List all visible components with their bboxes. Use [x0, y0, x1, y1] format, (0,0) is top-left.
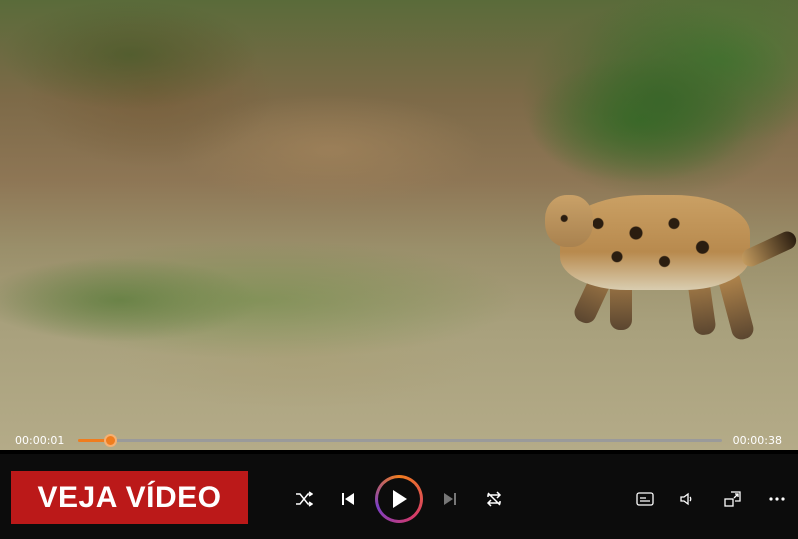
- video-frame[interactable]: [0, 0, 798, 450]
- previous-button[interactable]: [336, 489, 360, 509]
- control-bar: VEJA VÍDEO: [0, 454, 798, 539]
- ground-grass: [0, 240, 520, 360]
- more-options-icon: [769, 497, 785, 501]
- volume-button[interactable]: [675, 489, 699, 509]
- play-button[interactable]: [375, 475, 423, 523]
- jaguar-head: [545, 195, 593, 247]
- next-button[interactable]: [438, 489, 462, 509]
- current-time: 00:00:01: [15, 434, 65, 447]
- shuffle-button[interactable]: [292, 489, 316, 509]
- repeat-icon: [486, 491, 502, 507]
- miniplayer-button[interactable]: [721, 489, 745, 509]
- repeat-button[interactable]: [482, 489, 506, 509]
- seek-bar[interactable]: [78, 434, 722, 447]
- volume-icon: [680, 492, 692, 506]
- next-track-icon: [444, 493, 456, 505]
- total-time: 00:00:38: [732, 434, 782, 447]
- foliage: [0, 0, 260, 110]
- captions-button[interactable]: [633, 489, 657, 509]
- previous-track-icon: [342, 493, 354, 505]
- seek-row: 00:00:01 00:00:38: [0, 426, 798, 454]
- miniplayer-icon: [724, 491, 741, 507]
- foliage: [520, 0, 798, 200]
- captions-icon: [636, 492, 654, 506]
- shuffle-icon: [296, 491, 313, 507]
- seek-thumb[interactable]: [104, 434, 118, 447]
- play-icon: [393, 490, 407, 508]
- watch-video-button[interactable]: VEJA VÍDEO: [11, 471, 248, 524]
- more-options-button[interactable]: [765, 489, 789, 509]
